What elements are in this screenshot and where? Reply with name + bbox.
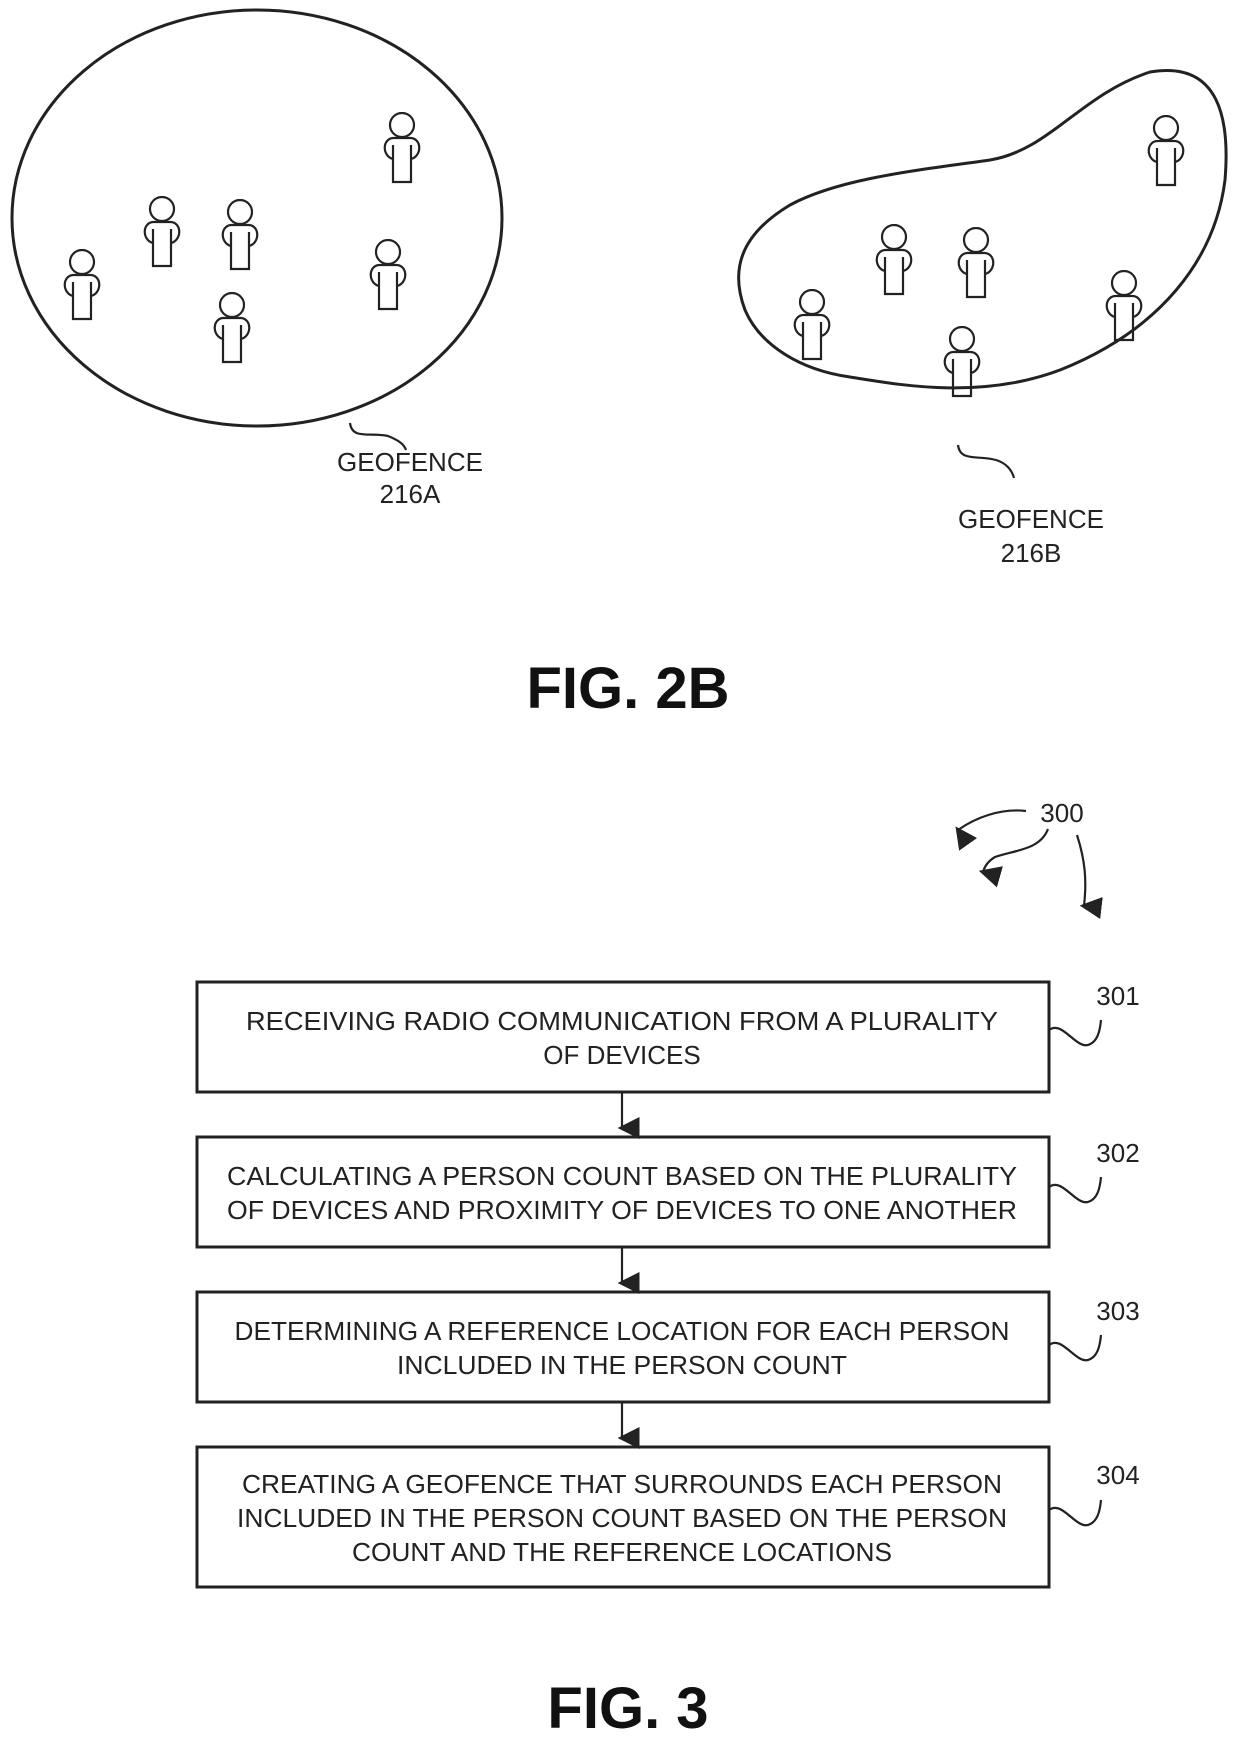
person-icon [143, 196, 181, 268]
step-text-line: INCLUDED IN THE PERSON COUNT [397, 1350, 847, 1380]
step-ref-number: 304 [1096, 1460, 1139, 1490]
persons-216a [63, 112, 421, 364]
flowchart-reference-300: 300 [1040, 798, 1083, 828]
step-text-line: OF DEVICES [543, 1040, 700, 1070]
step-text-line: COUNT AND THE REFERENCE LOCATIONS [352, 1537, 892, 1567]
step-text-line: INCLUDED IN THE PERSON COUNT BASED ON TH… [237, 1503, 1007, 1533]
leader-line-216a [348, 422, 408, 451]
step-ref-number: 301 [1096, 981, 1139, 1011]
leader-line-216b [956, 444, 1016, 479]
person-icon [63, 249, 101, 321]
flowchart-300: 300 RECEIVING RADIO COMMUNICATION FROM A… [195, 798, 1140, 1589]
step-ref-number: 302 [1096, 1138, 1139, 1168]
step-leader-line [1048, 1334, 1103, 1362]
geofence-216b-label-line2: 216B [1001, 538, 1062, 568]
flowchart-step-304: CREATING A GEOFENCE THAT SURROUNDS EACH … [195, 1445, 1140, 1589]
step-leader-line [1048, 1019, 1103, 1047]
person-icon [875, 224, 913, 296]
step-leader-line [1048, 1176, 1103, 1204]
reference-arrow-icon [1075, 834, 1103, 919]
reference-arrow-icon [978, 828, 1050, 888]
step-box [195, 1290, 1051, 1404]
fig-3-caption: FIG. 3 [547, 1676, 708, 1741]
reference-arrow-icon [955, 809, 1027, 851]
person-icon [957, 227, 995, 299]
person-icon [943, 326, 981, 398]
geofence-216a-boundary [10, 8, 504, 428]
flowchart-step-301: RECEIVING RADIO COMMUNICATION FROM A PLU… [195, 980, 1140, 1094]
flowchart-step-303: DETERMINING A REFERENCE LOCATION FOR EAC… [195, 1290, 1140, 1404]
person-icon [793, 289, 831, 361]
persons-216b [793, 115, 1185, 398]
step-leader-line [1048, 1499, 1103, 1527]
step-text-line: OF DEVICES AND PROXIMITY OF DEVICES TO O… [227, 1195, 1017, 1225]
patent-drawing-sheet: GEOFENCE 216A GEOFENCE 216B FIG. 2B 300 … [10, 8, 1228, 1741]
step-text-line: CREATING A GEOFENCE THAT SURROUNDS EACH … [242, 1469, 1002, 1499]
person-icon [383, 112, 421, 184]
geofence-216a-label-line2: 216A [380, 479, 441, 509]
person-icon [221, 199, 259, 271]
fig-2b-caption: FIG. 2B [526, 656, 729, 721]
geofence-216a-label-line1: GEOFENCE [337, 447, 483, 477]
step-text-line: RECEIVING RADIO COMMUNICATION FROM A PLU… [246, 1006, 998, 1036]
geofence-216b-group: GEOFENCE 216B [737, 69, 1228, 568]
geofence-216b-label-line1: GEOFENCE [958, 504, 1104, 534]
step-box [195, 1135, 1051, 1249]
person-icon [213, 292, 251, 364]
flowchart-step-302: CALCULATING A PERSON COUNT BASED ON THE … [195, 1135, 1140, 1249]
step-text-line: CALCULATING A PERSON COUNT BASED ON THE … [227, 1161, 1017, 1191]
step-box [195, 980, 1051, 1094]
person-icon [369, 239, 407, 311]
step-text-line: DETERMINING A REFERENCE LOCATION FOR EAC… [235, 1316, 1010, 1346]
person-icon [1147, 115, 1185, 187]
step-ref-number: 303 [1096, 1296, 1139, 1326]
geofence-216a-group: GEOFENCE 216A [10, 8, 504, 509]
